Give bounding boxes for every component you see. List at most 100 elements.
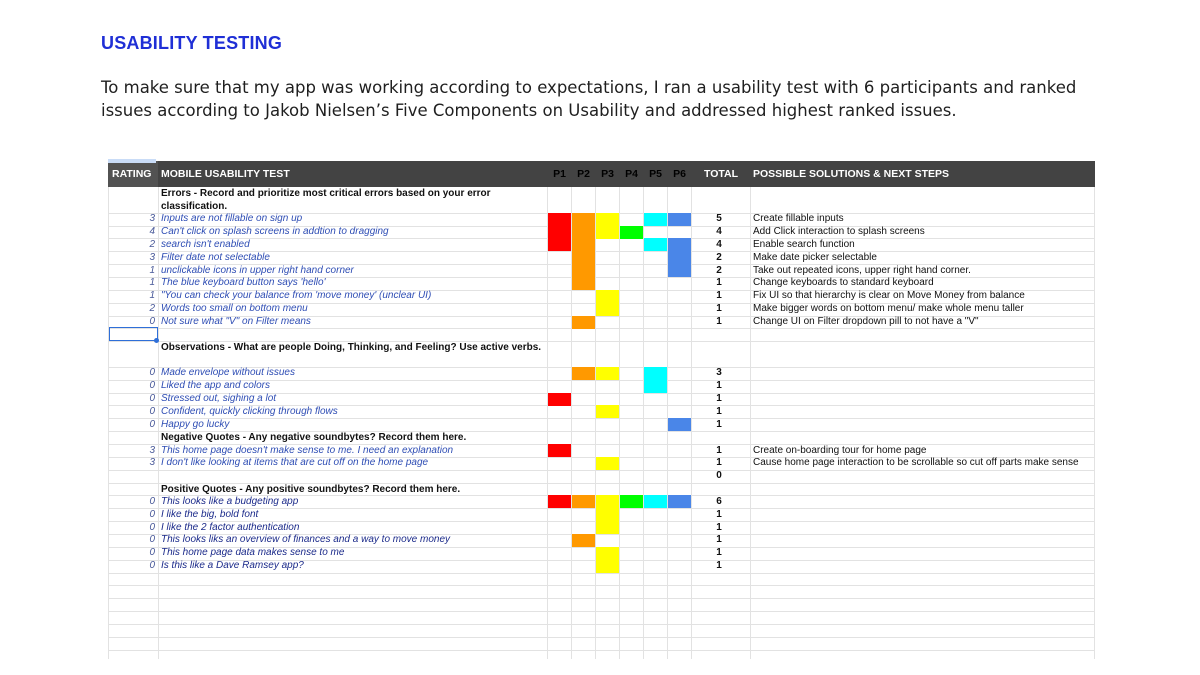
- total-cell: 1: [716, 303, 722, 315]
- total-cell: 1: [716, 290, 722, 302]
- grid-line: [108, 636, 1095, 638]
- issue-cell: Confident, quickly clicking through flow…: [161, 405, 338, 417]
- participant-mark-p3: [596, 212, 619, 226]
- participant-mark-p5: [644, 212, 667, 226]
- participant-mark-p6: [668, 418, 691, 432]
- grid-column-line: [547, 187, 548, 659]
- total-cell: 1: [716, 380, 722, 392]
- participant-mark-p3: [596, 405, 619, 419]
- solutions-header: POSSIBLE SOLUTIONS & NEXT STEPS: [753, 168, 950, 180]
- participant-mark-p4: [620, 495, 643, 509]
- grid-line: [108, 598, 1095, 600]
- participant-mark-p2: [572, 315, 595, 329]
- total-cell: 4: [716, 226, 722, 238]
- rating-cell: 0: [149, 547, 155, 559]
- rating-cell: 3: [149, 457, 155, 469]
- total-cell: 1: [716, 405, 722, 417]
- rating-cell: 0: [149, 316, 155, 327]
- total-cell: 1: [716, 508, 722, 520]
- participant-mark-p5: [644, 238, 667, 252]
- grid-line: [108, 572, 1095, 574]
- grid-column-line: [158, 187, 159, 659]
- participant-mark-p2: [572, 366, 595, 380]
- total-cell: 6: [716, 495, 722, 507]
- issue-cell: Is this like a Dave Ramsey app?: [161, 560, 304, 572]
- issue-cell: This home page doesn't make sense to me.…: [161, 444, 454, 456]
- participant-mark-p6: [668, 212, 691, 226]
- issue-cell: Filter date not selectable: [161, 251, 270, 263]
- solution-cell: Change keyboards to standard keyboard: [753, 277, 934, 289]
- grid-column-line: [619, 187, 620, 659]
- total-cell: 3: [716, 367, 722, 379]
- participant-mark-p6: [668, 251, 691, 265]
- participant-mark-p1: [548, 392, 571, 406]
- grid-line: [108, 585, 1095, 587]
- grid-column-line: [595, 187, 596, 659]
- participant-mark-p1: [548, 495, 571, 509]
- intro-paragraph: To make sure that my app was working acc…: [101, 78, 1077, 120]
- issue-cell: The blue keyboard button says 'hello': [161, 277, 326, 289]
- participant-mark-p2: [572, 238, 595, 252]
- participant-mark-p3: [596, 521, 619, 535]
- grid-column-line: [1094, 187, 1095, 659]
- total-header: TOTAL: [703, 168, 739, 180]
- participant-mark-p3: [596, 225, 619, 239]
- participant-mark-p5: [644, 379, 667, 393]
- participant-header-p4: P4: [625, 168, 638, 180]
- solution-cell: Take out repeated icons, upper right han…: [753, 264, 971, 276]
- header-row: RATING MOBILE USABILITY TEST P1 P2 P3 P4…: [108, 161, 1095, 187]
- section-heading: Negative Quotes - Any negative soundbyte…: [161, 432, 467, 444]
- total-cell: 4: [716, 238, 722, 250]
- participant-mark-p3: [596, 508, 619, 522]
- rating-cell: 0: [149, 393, 155, 405]
- issue-cell: Made envelope without issues: [161, 367, 295, 379]
- grid-line: [108, 623, 1095, 625]
- issue-cell: Words too small on bottom menu: [161, 303, 308, 315]
- column-select-indicator: [108, 159, 156, 163]
- issue-cell: Can't click on splash screens in addtion…: [161, 226, 389, 238]
- usability-spreadsheet: RATING MOBILE USABILITY TEST P1 P2 P3 P4…: [108, 159, 1095, 659]
- grid-column-line: [750, 187, 751, 659]
- participant-mark-p1: [548, 444, 571, 457]
- solution-cell: Cause home page interaction to be scroll…: [753, 457, 1079, 469]
- issue-cell: Liked the app and colors: [161, 380, 270, 392]
- test-header: MOBILE USABILITY TEST: [161, 168, 290, 180]
- grid-line: [108, 328, 1095, 330]
- issue-cell: This looks liks an overview of finances …: [161, 534, 451, 546]
- rating-cell: 0: [149, 380, 155, 392]
- participant-mark-p5: [644, 366, 667, 380]
- solution-cell: Add Click interaction to splash screens: [753, 226, 925, 238]
- solution-cell: Make date picker selectable: [753, 251, 877, 263]
- section-heading: Observations - What are people Doing, Th…: [161, 342, 542, 354]
- participant-mark-p1: [548, 225, 571, 239]
- participant-mark-p2: [572, 212, 595, 226]
- solution-cell: Fix UI so that hierarchy is clear on Mov…: [753, 290, 1025, 302]
- participant-mark-p3: [596, 366, 619, 380]
- participant-header-p1: P1: [553, 168, 566, 180]
- rating-header: RATING: [112, 168, 152, 180]
- selected-cell[interactable]: [109, 327, 158, 341]
- total-cell: 1: [716, 560, 722, 572]
- fill-handle[interactable]: [154, 338, 159, 343]
- total-cell: 2: [716, 264, 722, 276]
- rating-cell: 2: [149, 303, 155, 315]
- participant-mark-p3: [596, 559, 619, 573]
- rating-cell: 0: [149, 560, 155, 572]
- total-cell: 1: [716, 444, 722, 456]
- rating-cell: 0: [149, 534, 155, 546]
- participant-mark-p2: [572, 225, 595, 239]
- total-cell: 1: [716, 534, 722, 546]
- issue-cell: This looks like a budgeting app: [161, 495, 299, 507]
- total-cell: 1: [716, 393, 722, 405]
- issue-cell: Not sure what "V" on Filter means: [161, 316, 311, 327]
- rating-cell: 1: [149, 277, 155, 289]
- participant-mark-p3: [596, 456, 619, 470]
- grid-column-line: [691, 187, 692, 659]
- grid-line: [108, 611, 1095, 613]
- issue-cell: search isn't enabled: [161, 238, 250, 250]
- participant-mark-p6: [668, 238, 691, 252]
- issue-cell: Happy go lucky: [161, 418, 230, 430]
- participant-mark-p3: [596, 302, 619, 316]
- issue-cell: "You can check your balance from 'move m…: [161, 290, 432, 302]
- issue-cell: Stressed out, sighing a lot: [161, 393, 277, 405]
